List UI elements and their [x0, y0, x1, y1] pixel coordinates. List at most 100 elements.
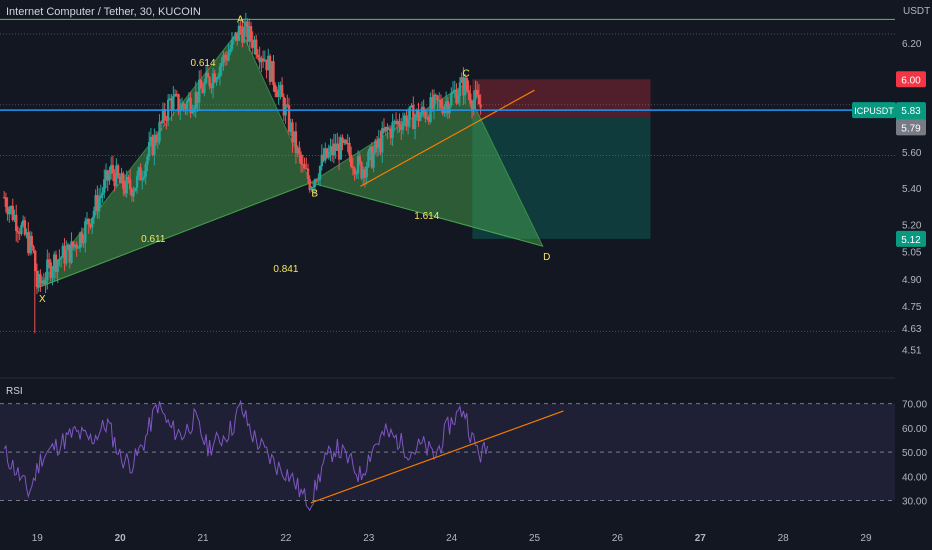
candle-body [177, 94, 180, 112]
candle-body [229, 49, 232, 53]
candle-body [59, 257, 63, 259]
x-tick-label: 26 [612, 533, 624, 544]
candle-body [348, 142, 351, 155]
candle-body [158, 121, 161, 142]
candle-body [306, 168, 310, 180]
rsi-y-tick-label: 70.00 [902, 400, 927, 411]
pattern-ratio: 0.614 [191, 58, 216, 69]
pattern-ratio: 0.611 [141, 234, 166, 245]
candle-body [46, 259, 49, 281]
candle-body [80, 232, 84, 243]
candle-body [217, 76, 220, 79]
candle-body [277, 89, 280, 97]
candle-body [451, 91, 455, 93]
stop-loss-badge: 6.00 [901, 75, 921, 86]
candle-body [477, 94, 481, 105]
candle-body [135, 175, 139, 188]
candle-body [185, 101, 189, 110]
y-tick-label: 4.75 [902, 302, 922, 313]
candle-body [479, 104, 482, 108]
candle-body [256, 54, 260, 58]
candle-body [367, 151, 370, 167]
candle-body [47, 259, 51, 263]
candle-body [156, 141, 159, 143]
candle-body [358, 156, 361, 163]
candle-body [97, 197, 101, 212]
candle-body [450, 92, 453, 106]
x-tick-label: 24 [446, 533, 458, 544]
candle-body [58, 258, 61, 261]
rsi-y-tick-label: 60.00 [902, 424, 927, 435]
candle-body [434, 94, 437, 96]
candle-body [146, 156, 149, 165]
candle-body [132, 191, 135, 197]
candle-body [317, 179, 320, 181]
x-tick-label: 23 [363, 533, 375, 544]
pattern-point-b: B [311, 189, 318, 200]
rsi-panel-label: RSI [6, 386, 23, 397]
candle-body [75, 244, 78, 249]
candle-body [349, 154, 353, 167]
candle-body [144, 164, 147, 177]
chart-canvas[interactable]: X A B C D 0.614 0.611 0.841 1.614 6.20 6.00 5.60 5.… [0, 0, 932, 550]
candle-body [82, 242, 85, 244]
candle-body [172, 96, 175, 111]
rsi-y-tick-label: 40.00 [902, 472, 927, 483]
candle-body [353, 168, 356, 175]
candle-body [139, 167, 142, 181]
candle-body [122, 173, 125, 189]
candle-body [206, 72, 210, 78]
x-tick-label: 25 [529, 533, 541, 544]
candle-body [303, 164, 306, 169]
currency-label: USDT [903, 6, 931, 17]
candle-body [408, 106, 412, 119]
candle-body [134, 187, 137, 192]
candle-body [87, 218, 90, 225]
pattern-point-a: A [237, 15, 244, 26]
candle-body [413, 117, 417, 130]
pattern-ratio: 0.841 [273, 264, 298, 275]
candle-body [398, 121, 401, 127]
candle-body [432, 94, 436, 109]
candle-body [318, 166, 322, 180]
y-tick-label: 6.20 [902, 39, 922, 50]
rsi-y-tick-label: 50.00 [902, 448, 927, 459]
ticker-badge: ICPUSDT [854, 106, 894, 116]
candle-body [280, 84, 284, 97]
candle-body [141, 178, 144, 181]
candle-body [147, 142, 151, 157]
x-tick-label: 22 [280, 533, 292, 544]
candle-body [232, 37, 235, 40]
pattern-point-d: D [543, 252, 550, 263]
candle-body [16, 231, 20, 233]
candle-body [51, 270, 54, 278]
x-tick-label: 21 [197, 533, 209, 544]
candle-body [203, 82, 206, 93]
x-tick-label: 29 [860, 533, 872, 544]
candle-body [30, 235, 33, 247]
candle-body [92, 210, 96, 219]
y-tick-label: 4.90 [902, 275, 922, 286]
x-tick-label: 28 [778, 533, 790, 544]
candle-body [128, 179, 132, 190]
candle-body [439, 100, 443, 108]
candle-body [191, 111, 194, 114]
y-tick-label: 5.60 [902, 148, 922, 159]
candle-body [220, 62, 223, 67]
candle-body [351, 166, 355, 169]
candle-body [467, 90, 470, 94]
entry-badge: 5.79 [901, 123, 921, 134]
candle-body [142, 176, 146, 179]
target-badge: 5.12 [901, 235, 921, 246]
candle-body [4, 197, 8, 207]
candle-body [469, 93, 472, 104]
candle-body [299, 154, 303, 164]
candle-body [8, 209, 11, 215]
pattern-point-x: X [39, 294, 46, 305]
candle-body [77, 247, 80, 249]
candle-body [227, 52, 230, 61]
candle-body [419, 114, 422, 121]
pattern-ratio: 1.614 [414, 211, 439, 222]
candle-body [182, 103, 185, 107]
candle-body [101, 192, 104, 196]
